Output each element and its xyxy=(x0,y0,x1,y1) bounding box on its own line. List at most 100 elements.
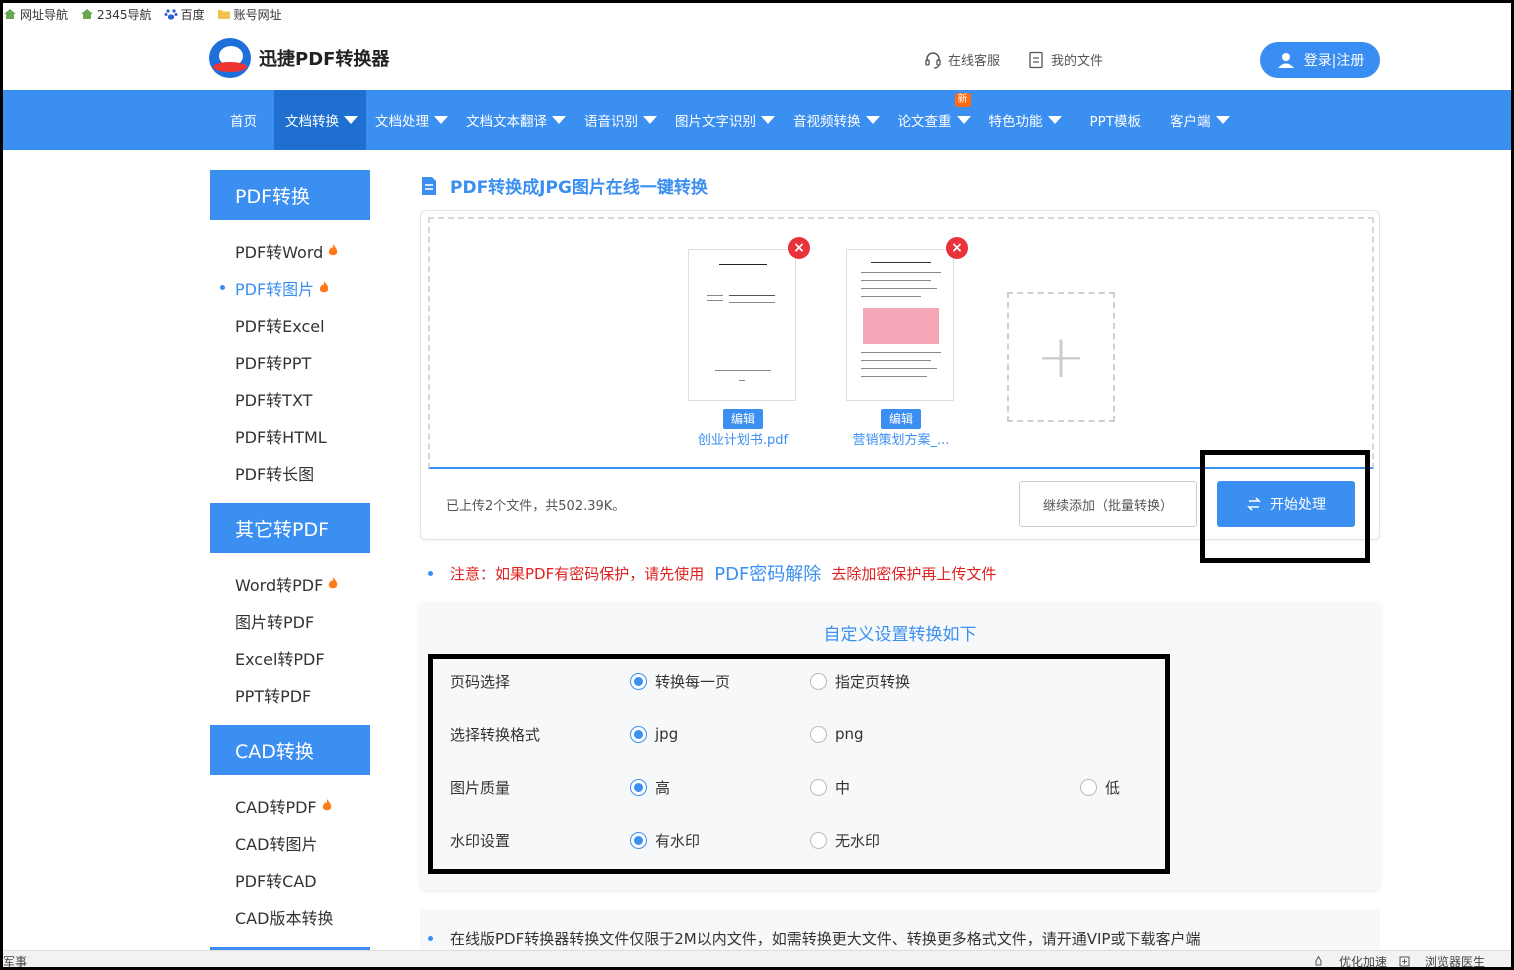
plus-icon: + xyxy=(1035,322,1087,392)
browser-doctor-button[interactable]: 浏览器医生 xyxy=(1399,953,1485,970)
main-nav: 首页 文档转换 文档处理 文档文本翻译 语音识别 图片文字识别 音视频转换 论文… xyxy=(3,90,1511,150)
flame-icon xyxy=(319,281,329,293)
bookmarks-bar: 网址导航 2345导航 百度 账号网址 xyxy=(3,3,294,25)
sidebar-item-image-pdf[interactable]: 图片转PDF xyxy=(210,602,370,639)
sidebar-group-title: PDF转换 xyxy=(210,170,370,220)
home-icon xyxy=(4,9,16,19)
edit-file-button[interactable]: 编辑 xyxy=(723,409,763,429)
add-file-button[interactable]: + xyxy=(1007,292,1115,422)
edit-file-button[interactable]: 编辑 xyxy=(881,409,921,429)
folder-icon xyxy=(217,10,230,19)
caret-down-icon xyxy=(434,116,448,124)
caret-down-icon xyxy=(344,116,358,124)
document-icon xyxy=(422,176,436,195)
login-register-label: 登录|注册 xyxy=(1303,53,1365,69)
flame-icon xyxy=(329,244,338,256)
bookmark-4[interactable]: 账号网址 xyxy=(217,6,282,23)
file-icon xyxy=(1029,51,1043,68)
sidebar-item-label: PDF转图片 xyxy=(235,279,315,299)
nav-item-client[interactable]: 客户端 xyxy=(1161,90,1239,150)
sidebar-item-label: 图片转PDF xyxy=(235,612,315,632)
thumbnail-diagram xyxy=(863,308,939,344)
online-service-label: 在线客服 xyxy=(948,54,1001,69)
doctor-icon xyxy=(1399,956,1410,967)
nav-item-plagiarism[interactable]: 论文查重新 xyxy=(889,90,980,150)
sidebar-item-label: PDF转HTML xyxy=(235,427,327,447)
sidebar-item-ppt-pdf[interactable]: PPT转PDF xyxy=(210,676,370,713)
size-limit-note: 在线版PDF转换器转换文件仅限于2M以内文件，如需转换更大文件、转换更多格式文件… xyxy=(420,910,1380,950)
browser-statusbar: 军事 优化加速 浏览器医生 xyxy=(3,950,1511,970)
size-limit-text: 在线版PDF转换器转换文件仅限于2M以内文件，如需转换更大文件、转换更多格式文件… xyxy=(450,930,1201,948)
file-name: 创业计划书.pdf xyxy=(697,433,789,448)
optimize-button[interactable]: 优化加速 xyxy=(1313,953,1387,970)
sidebar-item-cad-version[interactable]: CAD版本转换 xyxy=(210,898,370,935)
nav-label: 文档处理 xyxy=(375,114,429,130)
headset-icon xyxy=(925,51,941,69)
caret-down-icon xyxy=(1047,116,1062,124)
sidebar-item-label: Excel转PDF xyxy=(235,649,325,669)
user-icon xyxy=(1277,53,1294,68)
file-item[interactable]: × 编辑 营销策划方案_... xyxy=(846,237,968,448)
nav-item-doc-convert[interactable]: 文档转换 xyxy=(274,90,366,150)
close-icon: × xyxy=(793,240,805,256)
page-title-text: PDF转换成JPG图片在线一键转换 xyxy=(450,178,708,198)
rocket-icon xyxy=(1315,956,1322,966)
nav-item-ocr[interactable]: 图片文字识别 xyxy=(666,90,784,150)
status-left-text[interactable]: 军事 xyxy=(3,953,27,970)
nav-label: 语音识别 xyxy=(584,114,638,130)
sidebar-item-pdf-image[interactable]: PDF转图片 xyxy=(210,269,370,306)
remove-file-button[interactable]: × xyxy=(946,237,968,259)
sidebar-item-excel-pdf[interactable]: Excel转PDF xyxy=(210,639,370,676)
nav-item-home[interactable]: 首页 xyxy=(213,90,274,150)
nav-label: 客户端 xyxy=(1170,114,1211,130)
nav-label: 文档转换 xyxy=(285,114,339,130)
nav-item-translate[interactable]: 文档文本翻译 xyxy=(457,90,575,150)
sidebar-item-pdf-long-image[interactable]: PDF转长图 xyxy=(210,454,370,491)
nav-label: 特色功能 xyxy=(988,114,1043,130)
sidebar-item-word-pdf[interactable]: Word转PDF xyxy=(210,565,370,602)
upload-summary: 已上传2个文件，共502.39K。 xyxy=(446,499,626,514)
sidebar-item-label: CAD转PDF xyxy=(235,797,317,817)
file-thumbnail[interactable] xyxy=(688,249,796,401)
sidebar-item-label: PDF转CAD xyxy=(235,871,317,891)
my-files-label: 我的文件 xyxy=(1051,54,1104,69)
nav-label: 文档文本翻译 xyxy=(466,114,547,130)
nav-item-media[interactable]: 音视频转换 xyxy=(784,90,889,150)
nav-item-doc-process[interactable]: 文档处理 xyxy=(366,90,457,150)
online-service-link[interactable]: 在线客服 xyxy=(924,50,1000,69)
continue-add-button[interactable]: 继续添加（批量转换） xyxy=(1019,481,1197,527)
login-register-button[interactable]: 登录|注册 xyxy=(1260,42,1380,78)
site-logo[interactable]: 迅捷PDF转换器 xyxy=(209,38,389,78)
new-badge: 新 xyxy=(954,93,971,107)
sidebar: PDF转换 PDF转Word PDF转图片 PDF转Excel PDF转PPT … xyxy=(210,170,370,962)
bookmark-label: 2345导航 xyxy=(97,7,152,22)
dropzone[interactable]: × 编辑 创业计划书.pdf × 编辑 营销策划方案_... + xyxy=(428,217,1374,469)
nav-label: 论文查重 xyxy=(897,114,952,130)
sidebar-item-pdf-ppt[interactable]: PDF转PPT xyxy=(210,343,370,380)
nav-item-speech[interactable]: 语音识别 xyxy=(575,90,666,150)
remove-file-button[interactable]: × xyxy=(788,237,810,259)
bookmark-1[interactable]: 网址导航 xyxy=(3,6,68,23)
sidebar-item-pdf-excel[interactable]: PDF转Excel xyxy=(210,306,370,343)
logo-icon xyxy=(209,38,251,78)
pdf-unlock-link[interactable]: PDF密码解除 xyxy=(714,560,821,586)
sidebar-item-label: Word转PDF xyxy=(235,575,324,595)
caret-down-icon xyxy=(643,116,657,124)
nav-item-features[interactable]: 特色功能 xyxy=(980,90,1071,150)
sidebar-item-pdf-word[interactable]: PDF转Word xyxy=(210,232,370,269)
sidebar-item-pdf-html[interactable]: PDF转HTML xyxy=(210,417,370,454)
site-header: 迅捷PDF转换器 在线客服 我的文件 登录|注册 xyxy=(3,26,1511,90)
bookmark-2[interactable]: 2345导航 xyxy=(80,6,152,23)
flame-icon xyxy=(329,577,338,589)
file-item[interactable]: × 编辑 创业计划书.pdf xyxy=(688,237,810,448)
sidebar-item-pdf-cad[interactable]: PDF转CAD xyxy=(210,861,370,898)
bullet-dot xyxy=(428,936,433,941)
file-thumbnail[interactable] xyxy=(846,249,954,401)
my-files-link[interactable]: 我的文件 xyxy=(1027,50,1103,69)
sidebar-item-cad-pdf[interactable]: CAD转PDF xyxy=(210,787,370,824)
caret-down-icon xyxy=(552,116,566,124)
sidebar-item-pdf-txt[interactable]: PDF转TXT xyxy=(210,380,370,417)
nav-item-ppt[interactable]: PPT模板 xyxy=(1071,90,1162,150)
bookmark-3[interactable]: 百度 xyxy=(164,6,205,23)
sidebar-item-cad-image[interactable]: CAD转图片 xyxy=(210,824,370,861)
